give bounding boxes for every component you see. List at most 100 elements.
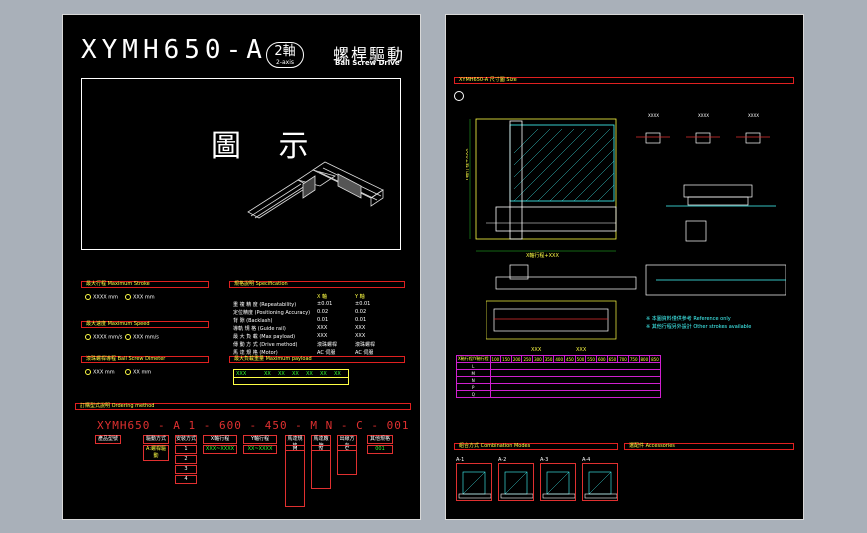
dim-elev-1-label: XXX [531,347,542,353]
stroke-option-2: XXX mm [125,294,155,301]
grid-h4: 250 [521,355,534,363]
grid-h0: X軸行程/Y軸行程 [456,355,491,363]
section-stroke-title: 最大行程 Maximum Stroke [86,281,150,287]
spec-val-1y: ±0.01 [355,301,371,307]
spec-val-6y: 滾珠螺桿 [355,342,376,348]
spec-val-7y: AC 伺服 [355,350,374,356]
order-code: XYMH650 - A 1 - 600 - 450 - M N - C - 00… [97,419,410,432]
side-view-2-label: XXXX [698,113,709,118]
spec-col-x: X 軸 [317,294,328,300]
stroke-option-1-label: XXXX mm [93,294,119,301]
right-drawing-sheet: XYMH650-A 尺寸圖 Size Y軸行程+XXX X軸行程+XXX XXX… [445,14,804,520]
section-ordering-bar: 訂購型式說明 Ordering method [75,403,411,410]
spec-row-4: 導軌 規 格 (Guide rail) [233,326,286,332]
spec-row-7: 馬 達 規 格 (Motor) [233,350,278,356]
spec-val-5y: XXX [355,333,366,339]
order-sub-motor: M [285,445,305,507]
left-drawing-sheet: XYMH650-A 2軸 2-axis 螺桿驅動 Ball Screw Driv… [62,14,421,520]
grid-row-l: L [456,362,661,370]
screw-option-2-label: XX mm [133,369,152,376]
grid-h15: 800 [638,355,651,363]
speed-option-1-label: XXXX mm/s [93,334,123,341]
spec-val-3y: 0.01 [355,317,367,323]
spec-row-6: 傳 動 方 式 (Drive method) [233,342,298,348]
stroke-option-2-label: XXX mm [133,294,155,301]
section-spec-bar: 規格說明 Specification [229,281,405,288]
spec-val-2x: 0.02 [317,309,329,315]
side-views-drawing: XXXX XXXX XXXX [636,113,776,242]
grid-row-m-cells [489,369,661,377]
spec-row-2: 定位精度 (Positioning Accuracy) [233,310,311,316]
stroke-option-1: XXXX mm [85,294,118,301]
drive-type-en: Ball Screw Drive [335,59,400,67]
elevation-drawing: XXX XXX [486,264,786,353]
grid-h5: 300 [532,355,544,363]
grid-row-m: M [456,369,661,377]
grid-row-p: P [456,383,661,391]
order-sub-other: 001 [367,445,393,454]
spec-col-y: Y 軸 [355,294,365,300]
dim-elev-2-label: XXX [576,347,587,353]
spec-val-7x: AC 伺服 [317,350,336,356]
note-1: ※ 本圖資料僅供參考 Reference only [646,316,731,322]
grid-row-n-cells [489,376,661,384]
grid-h16: 850 [649,355,661,363]
section-size-bar: XYMH650-A 尺寸圖 Size [454,77,794,84]
order-extra-2: 3 [175,465,197,474]
grid-row-q-label: Q [456,390,491,398]
top-view-drawing: Y軸行程+XXX X軸行程+XXX [466,118,617,259]
section-spec-title: 規格說明 Specification [234,281,288,287]
section-speed-title: 最大速度 Maximum Speed [86,321,150,327]
spec-val-5x: XXX [317,333,328,339]
section-size-title: XYMH650-A 尺寸圖 Size [459,77,517,83]
view-marker-icon [454,91,464,101]
spec-val-4y: XXX [355,325,366,331]
combo-thumb-2-image [498,463,534,501]
grid-row-q-cells [489,390,661,398]
grid-h11: 600 [595,355,608,363]
grid-row-l-label: L [456,362,491,370]
grid-header-row: X軸行程/Y軸行程 100 150 200 250 300 350 400 45… [456,355,661,363]
combo-thumb-3-image [540,463,576,501]
section-speed-bar: 最大速度 Maximum Speed [81,321,209,328]
speed-option-2: XXX mm/s [125,334,159,341]
grid-row-l-cells [489,362,661,370]
section-combo-bar: 組合方式 Combination Modes [454,443,618,450]
payload-table: XXX XX XX XX XX XX XX [233,369,349,385]
screw-option-1-label: XXX mm [93,369,115,376]
spec-val-4x: XXX [317,325,328,331]
order-label-other: 其他規格 [367,435,393,444]
order-label-xstroke: X軸行程 [203,435,237,444]
grid-h2: 150 [500,355,512,363]
spec-row-1: 重 複 精 度 (Repeatability) [233,302,297,308]
combo-thumb-1-image [456,463,492,501]
grid-row-n-label: N [456,376,491,384]
section-acc-title: 選配件 Accessories [629,443,675,449]
section-payload-title: 最大負載重量 Maximum payload [234,356,312,362]
grid-row-p-cells [489,383,661,391]
grid-row-q: Q [456,390,661,398]
spec-row-5: 最 大 負 載 (Max payload) [233,334,296,340]
spec-val-1x: ±0.01 [317,301,333,307]
order-extra-1: 2 [175,455,197,464]
grid-h1: 100 [489,355,502,363]
side-view-1-label: XXXX [648,113,659,118]
section-payload-bar: 最大負載重量 Maximum payload [229,356,405,363]
spec-val-3x: 0.01 [317,317,329,323]
section-screw-bar: 滾珠螺桿導程 Ball Screw Dimeter [81,356,209,363]
order-sub-xstroke: XXX~XXXX [203,445,237,454]
section-stroke-bar: 最大行程 Maximum Stroke [81,281,209,288]
order-sub-brand: N [311,445,331,489]
note-2: ※ 其他行程另外設計 Other strokes available [646,324,752,330]
grid-h14: 750 [627,355,640,363]
product-isometric-image [247,161,384,219]
order-sub-ystroke: XX~XXXX [243,445,277,454]
spec-val-6x: 滾珠螺桿 [317,342,338,348]
speed-option-2-label: XXX mm/s [133,334,159,341]
grid-h7: 400 [553,355,565,363]
axis-badge: 2軸 2-axis [266,42,304,68]
stroke-grid-table: X軸行程/Y軸行程 100 150 200 250 300 350 400 45… [456,355,661,398]
grid-h13: 700 [617,355,629,363]
combo-thumb-4-image [582,463,618,501]
order-label-ystroke: Y軸行程 [243,435,277,444]
